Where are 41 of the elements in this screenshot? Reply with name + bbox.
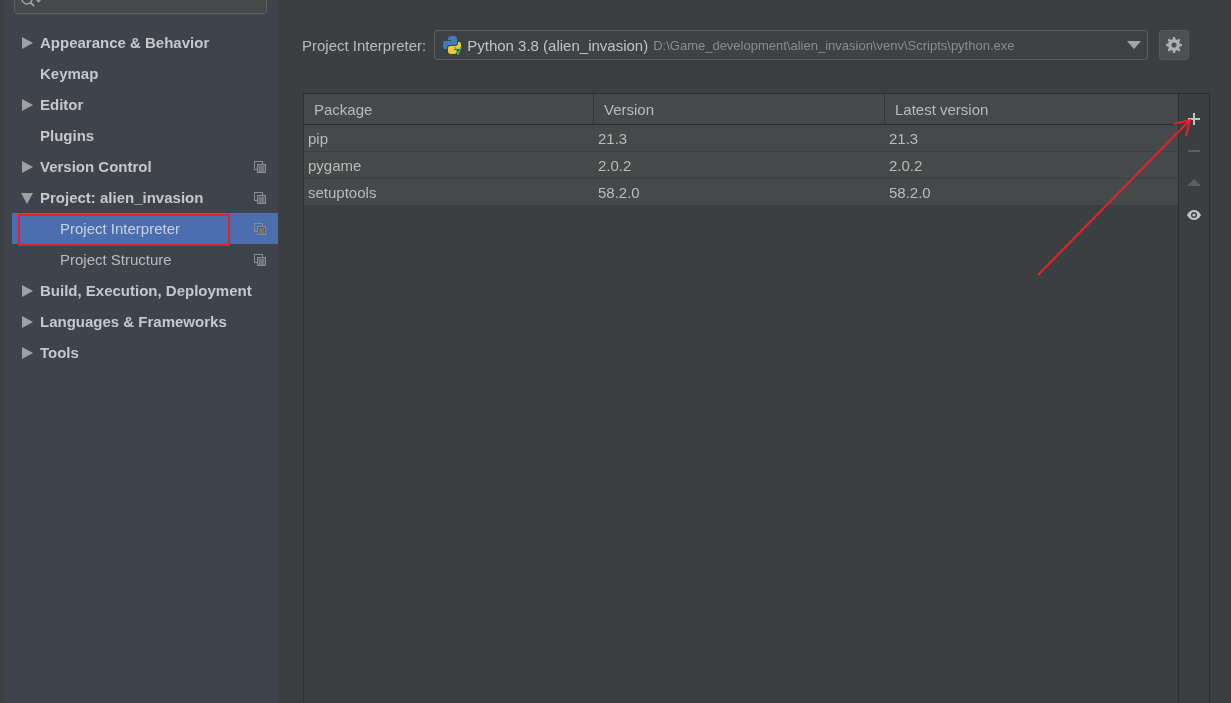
interpreter-label: Project Interpreter:: [302, 36, 427, 54]
sidebar-item[interactable]: Plugins: [4, 120, 278, 151]
search-icon: [21, 0, 41, 9]
collapsed-triangle-icon[interactable]: [21, 99, 34, 112]
sidebar-item[interactable]: Project Interpreter: [12, 213, 278, 244]
table-cell-text: 58.2.0: [888, 182, 932, 203]
collapsed-triangle-icon[interactable]: [21, 37, 34, 50]
sidebar-item[interactable]: Build, Execution, Deployment: [4, 275, 278, 306]
table-cell-text: 2.0.2: [888, 155, 924, 176]
table-cell-text: 21.3: [888, 128, 920, 149]
table-cell-text: 2.0.2: [597, 155, 633, 176]
sidebar-item[interactable]: Tools: [4, 337, 278, 368]
table-cell-text: pip: [307, 128, 330, 149]
table-cell-text: pygame: [307, 155, 363, 176]
dropdown-arrow-icon[interactable]: [1127, 41, 1142, 49]
column-header[interactable]: Package: [304, 94, 594, 124]
sidebar-item[interactable]: Appearance & Behavior: [4, 27, 278, 58]
python-icon: [443, 35, 464, 55]
column-header[interactable]: Version: [594, 94, 885, 124]
sidebar-item[interactable]: Keymap: [4, 58, 278, 89]
settings-icon: [1166, 37, 1183, 53]
collapsed-triangle-icon[interactable]: [21, 285, 34, 298]
expanded-triangle-icon[interactable]: [21, 192, 34, 205]
add-icon: [1187, 112, 1201, 126]
sidebar-item[interactable]: Project Structure: [4, 244, 278, 275]
sidebar-item[interactable]: Languages & Frameworks: [4, 306, 278, 337]
column-header[interactable]: Latest version: [885, 94, 1177, 124]
collapsed-triangle-icon[interactable]: [21, 316, 34, 329]
sidebar-item[interactable]: Project: alien_invasion: [4, 182, 278, 213]
table-cell-text: 58.2.0: [597, 182, 641, 203]
eye-icon: [1187, 208, 1201, 222]
table-cell-text: 21.3: [597, 128, 629, 149]
settings-button[interactable]: [1159, 30, 1190, 60]
table-cell-text: setuptools: [307, 182, 378, 203]
collapsed-triangle-icon[interactable]: [21, 161, 34, 174]
interpreter-name: Python 3.8 (alien_invasion): [467, 36, 649, 54]
sidebar-item[interactable]: Editor: [4, 89, 278, 120]
collapsed-triangle-icon[interactable]: [21, 347, 34, 360]
sidebar-item[interactable]: Version Control: [4, 151, 278, 182]
interpreter-path: D:\Game_development\alien_invasion\venv\Scripts\python.exe: [653, 37, 1016, 53]
interpreter-dropdown[interactable]: Python 3.8 (alien_invasion) D:\Game_development\alien_invasion\venv\Scripts\python.exe: [434, 30, 1149, 60]
